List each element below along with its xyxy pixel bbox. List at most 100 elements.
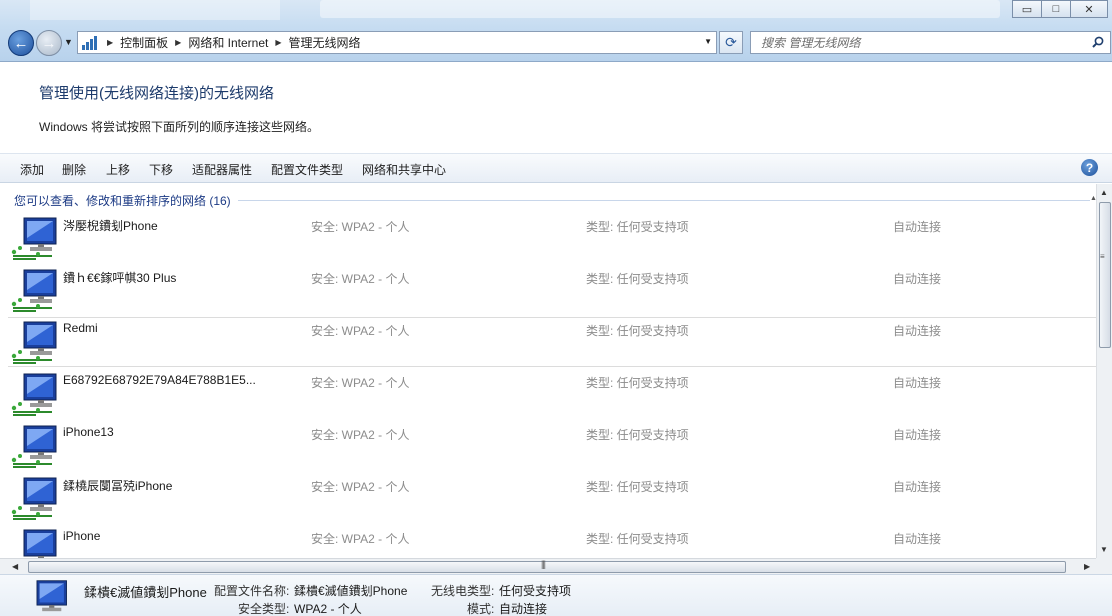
- network-security: 安全: WPA2 - 个人: [311, 376, 410, 390]
- list-item[interactable]: 鍒橈辰闅冨殑iPhone 安全: WPA2 - 个人 类型: 任何受支持项 自动…: [8, 471, 1096, 523]
- wireless-network-icon: [11, 269, 57, 312]
- list-item[interactable]: iPhone 安全: WPA2 - 个人 类型: 任何受支持项 自动连接: [8, 523, 1096, 558]
- control-panel-icon: [82, 35, 100, 50]
- chevron-right-icon[interactable]: ▶: [275, 38, 281, 47]
- group-header[interactable]: 您可以查看、修改和重新排序的网络 (16): [14, 192, 231, 209]
- chevron-right-icon[interactable]: ▶: [175, 38, 181, 47]
- network-mode: 自动连接: [893, 220, 942, 234]
- breadcrumb-control-panel[interactable]: 控制面板: [120, 34, 168, 51]
- network-security: 安全: WPA2 - 个人: [311, 272, 410, 286]
- chevron-down-icon: ▼: [64, 37, 73, 47]
- forward-button[interactable]: →: [36, 30, 62, 56]
- maximize-icon: □: [1052, 3, 1060, 15]
- list-item[interactable]: E68792E68792E79A84E788B1E5... 安全: WPA2 -…: [8, 367, 1096, 419]
- refresh-icon: ⟳: [725, 34, 737, 50]
- move-down-button[interactable]: 下移: [149, 161, 173, 178]
- help-button[interactable]: ?: [1081, 159, 1098, 176]
- command-bar: 添加 删除 上移 下移 适配器属性 配置文件类型 网络和共享中心 ?: [0, 153, 1112, 183]
- arrow-left-icon: ←: [13, 34, 29, 52]
- background-window-blur: [320, 0, 1000, 18]
- wireless-network-icon: [11, 425, 57, 468]
- adapter-properties-button[interactable]: 适配器属性: [192, 161, 252, 178]
- chevron-right-icon: ▶: [107, 38, 114, 47]
- profile-name-label: 配置文件名称:: [214, 584, 290, 598]
- scroll-thumb[interactable]: [28, 561, 1066, 573]
- add-button[interactable]: 添加: [20, 161, 44, 178]
- list-item[interactable]: 鐨ｈ€€鎵呯帺30 Plus 安全: WPA2 - 个人 类型: 任何受支持项 …: [8, 263, 1096, 315]
- security-type-value: WPA2 - 个人: [294, 602, 362, 616]
- vertical-scrollbar[interactable]: ▲ ≡ ▼: [1096, 184, 1112, 558]
- network-type: 类型: 任何受支持项: [586, 428, 689, 442]
- search-placeholder: 搜索 管理无线网络: [761, 36, 861, 50]
- page-header: 管理使用(无线网络连接)的无线网络 Windows 将尝试按照下面所列的顺序连接…: [0, 62, 1112, 153]
- network-sharing-center-button[interactable]: 网络和共享中心: [362, 161, 446, 178]
- scroll-thumb[interactable]: [1099, 202, 1111, 348]
- network-mode: 自动连接: [893, 324, 942, 338]
- network-name: iPhone13: [63, 425, 114, 439]
- scroll-left-icon[interactable]: ◀: [12, 562, 18, 571]
- move-up-button[interactable]: 上移: [106, 161, 130, 178]
- network-name: iPhone: [63, 529, 101, 543]
- security-type-label: 安全类型:: [238, 602, 290, 616]
- arrow-right-icon: →: [41, 34, 57, 52]
- scroll-up-icon[interactable]: ▲: [1100, 188, 1108, 197]
- network-mode: 自动连接: [893, 376, 942, 390]
- network-name: 鐨ｈ€€鎵呯帺30 Plus: [63, 271, 177, 285]
- network-mode: 自动连接: [893, 428, 942, 442]
- remove-button[interactable]: 删除: [62, 161, 86, 178]
- breadcrumb-network-internet[interactable]: 网络和 Internet: [188, 34, 268, 51]
- window-controls: ▭ □ ✕: [1012, 0, 1108, 18]
- page-title: 管理使用(无线网络连接)的无线网络: [39, 85, 274, 102]
- network-name: 鍒橈辰闅冨殑iPhone: [63, 479, 173, 493]
- refresh-button[interactable]: ⟳: [719, 31, 743, 54]
- maximize-button[interactable]: □: [1041, 0, 1071, 18]
- search-icon[interactable]: [1092, 36, 1104, 48]
- network-type: 类型: 任何受支持项: [586, 272, 689, 286]
- recent-pages-dropdown[interactable]: ▼: [64, 37, 73, 47]
- scrollbar-corner: [1096, 558, 1112, 574]
- profile-name-value: 鍒樻€滅値鐨刬Phone: [294, 584, 408, 598]
- wireless-network-icon: [23, 529, 57, 558]
- network-mode: 自动连接: [893, 272, 942, 286]
- network-security: 安全: WPA2 - 个人: [311, 428, 410, 442]
- radio-type-value: 任何受支持项: [499, 584, 572, 598]
- network-name: Redmi: [63, 321, 98, 335]
- scroll-grip-icon: ≡: [1100, 252, 1105, 261]
- details-pane: 鍒樻€滅値鐨刬Phone 配置文件名称: 鍒樻€滅値鐨刬Phone 无线电类型:…: [0, 574, 1112, 616]
- wireless-network-icon: [11, 217, 57, 260]
- list-item[interactable]: Redmi 安全: WPA2 - 个人 类型: 任何受支持项 自动连接: [8, 315, 1096, 367]
- scroll-grip-icon: |||: [541, 559, 546, 569]
- network-security: 安全: WPA2 - 个人: [311, 480, 410, 494]
- network-type: 类型: 任何受支持项: [586, 480, 689, 494]
- network-type: 类型: 任何受支持项: [586, 220, 689, 234]
- mode-label: 模式:: [467, 602, 495, 616]
- minimize-button[interactable]: ▭: [1012, 0, 1042, 18]
- network-name: 涔嬮棿鐨刬Phone: [63, 219, 158, 233]
- profile-types-button[interactable]: 配置文件类型: [271, 161, 343, 178]
- network-list: 您可以查看、修改和重新排序的网络 (16) ▲ 涔嬮棿鐨刬Phone 安全: W…: [0, 184, 1096, 558]
- back-button[interactable]: ←: [8, 30, 34, 56]
- network-name: E68792E68792E79A84E788B1E5...: [63, 373, 256, 387]
- wireless-network-icon: [11, 373, 57, 416]
- wireless-network-icon: [36, 580, 67, 612]
- list-item[interactable]: 涔嬮棿鐨刬Phone 安全: WPA2 - 个人 类型: 任何受支持项 自动连接: [8, 211, 1096, 263]
- horizontal-scrollbar[interactable]: ◀ ||| ▶: [0, 558, 1096, 574]
- address-dropdown-icon[interactable]: ▼: [704, 37, 712, 46]
- address-bar[interactable]: ▶ 控制面板 ▶ 网络和 Internet ▶ 管理无线网络 ▼: [77, 31, 717, 54]
- help-icon: ?: [1085, 160, 1094, 175]
- network-security: 安全: WPA2 - 个人: [311, 324, 410, 338]
- network-security: 安全: WPA2 - 个人: [311, 532, 410, 546]
- group-divider: [238, 200, 1090, 201]
- scroll-down-icon[interactable]: ▼: [1100, 545, 1108, 554]
- network-mode: 自动连接: [893, 532, 942, 546]
- breadcrumb-manage-wireless[interactable]: 管理无线网络: [289, 34, 361, 51]
- close-button[interactable]: ✕: [1070, 0, 1108, 18]
- search-box[interactable]: 搜索 管理无线网络: [750, 31, 1111, 54]
- close-icon: ✕: [1084, 3, 1094, 16]
- scroll-right-icon[interactable]: ▶: [1084, 562, 1090, 571]
- network-type: 类型: 任何受支持项: [586, 324, 689, 338]
- selected-network-name: 鍒樻€滅値鐨刬Phone: [84, 585, 207, 600]
- background-window-blur: [30, 0, 280, 20]
- wireless-network-icon: [11, 477, 57, 520]
- list-item[interactable]: iPhone13 安全: WPA2 - 个人 类型: 任何受支持项 自动连接: [8, 419, 1096, 471]
